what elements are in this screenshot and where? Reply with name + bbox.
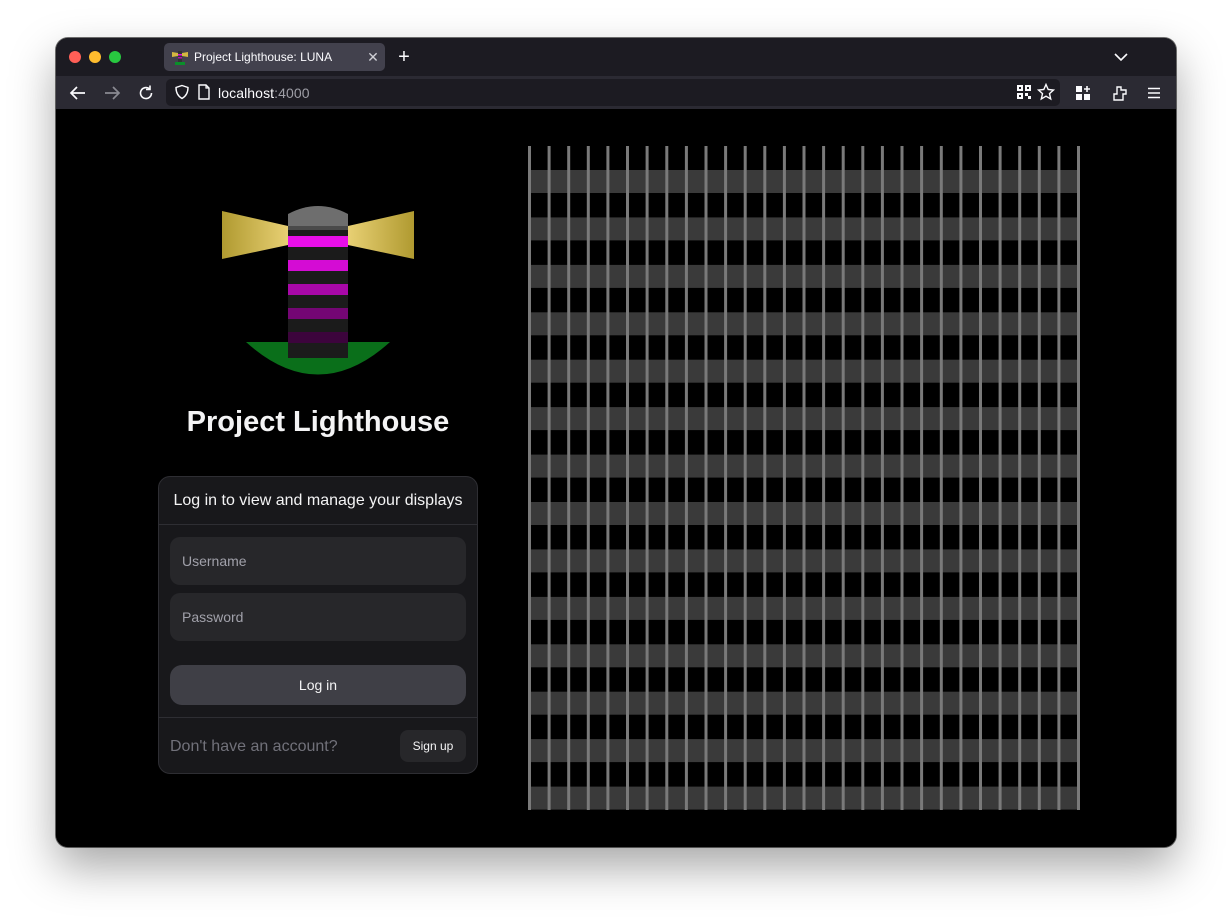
minimize-window-button[interactable] <box>89 51 101 63</box>
window-column <box>567 146 571 810</box>
window-column <box>684 146 688 810</box>
bookmark-star-icon[interactable] <box>1036 82 1056 102</box>
login-card-footer: Don't have an account? Sign up <box>159 717 477 774</box>
window-column <box>959 146 963 810</box>
tab-title: Project Lighthouse: LUNA <box>194 50 333 64</box>
page-title: Project Lighthouse <box>186 406 450 438</box>
back-arrow-icon[interactable] <box>68 83 88 103</box>
reload-icon[interactable] <box>136 83 156 103</box>
window-column <box>606 146 610 810</box>
url-bar[interactable]: localhost:4000 <box>166 79 1060 106</box>
window-column <box>1077 146 1080 810</box>
title-bar: Project Lighthouse: LUNA ✕ + <box>56 38 1176 76</box>
lighthouse-logo <box>222 206 414 375</box>
lighthouse-display-grid <box>528 146 1080 810</box>
window-column <box>782 146 786 810</box>
window-column <box>626 146 629 810</box>
window-column <box>998 146 1002 810</box>
no-account-text: Don't have an account? <box>170 738 338 755</box>
window-column <box>547 146 551 810</box>
close-window-button[interactable] <box>69 51 81 63</box>
window-column <box>979 146 982 810</box>
navigation-bar: localhost:4000 <box>56 76 1176 109</box>
username-field[interactable] <box>170 537 466 585</box>
browser-window: Project Lighthouse: LUNA ✕ + localhost:4… <box>56 38 1176 847</box>
window-column <box>645 146 649 810</box>
plus-icon[interactable]: + <box>392 44 416 70</box>
password-field[interactable] <box>170 593 466 641</box>
window-column <box>1057 146 1061 810</box>
window-column <box>861 146 865 810</box>
window-column <box>743 146 747 810</box>
window-column <box>939 146 943 810</box>
lighthouse-favicon-icon <box>172 49 188 65</box>
window-column <box>586 146 590 810</box>
extensions-icon[interactable] <box>1073 83 1093 103</box>
login-card: Log in to view and manage your displays … <box>158 476 478 774</box>
window-column <box>704 146 708 810</box>
url-text[interactable]: localhost:4000 <box>218 85 310 101</box>
page-content: Project Lighthouse Log in to view and ma… <box>56 109 1176 847</box>
window-column <box>822 146 826 810</box>
window-column <box>841 146 845 810</box>
forward-arrow-icon[interactable] <box>102 83 122 103</box>
login-button[interactable]: Log in <box>170 665 466 705</box>
signup-button[interactable]: Sign up <box>400 730 466 762</box>
window-column <box>665 146 669 810</box>
window-column <box>880 146 884 810</box>
zoom-window-button[interactable] <box>109 51 121 63</box>
shield-icon[interactable] <box>172 82 192 102</box>
qr-code-icon[interactable] <box>1014 82 1034 102</box>
close-icon[interactable]: ✕ <box>361 49 385 66</box>
browser-tab[interactable]: Project Lighthouse: LUNA ✕ <box>164 43 385 71</box>
window-column <box>900 146 904 810</box>
page-icon <box>194 82 214 102</box>
window-column <box>1018 146 1022 810</box>
window-column <box>802 146 806 810</box>
window-column <box>1037 146 1041 810</box>
share-icon[interactable] <box>1110 83 1130 103</box>
login-card-header: Log in to view and manage your displays <box>159 477 477 525</box>
window-column <box>920 146 924 810</box>
menu-icon[interactable] <box>1144 83 1164 103</box>
chevron-down-icon[interactable] <box>1112 48 1130 66</box>
window-column <box>724 146 728 810</box>
window-column <box>528 146 531 810</box>
window-column <box>763 146 767 810</box>
